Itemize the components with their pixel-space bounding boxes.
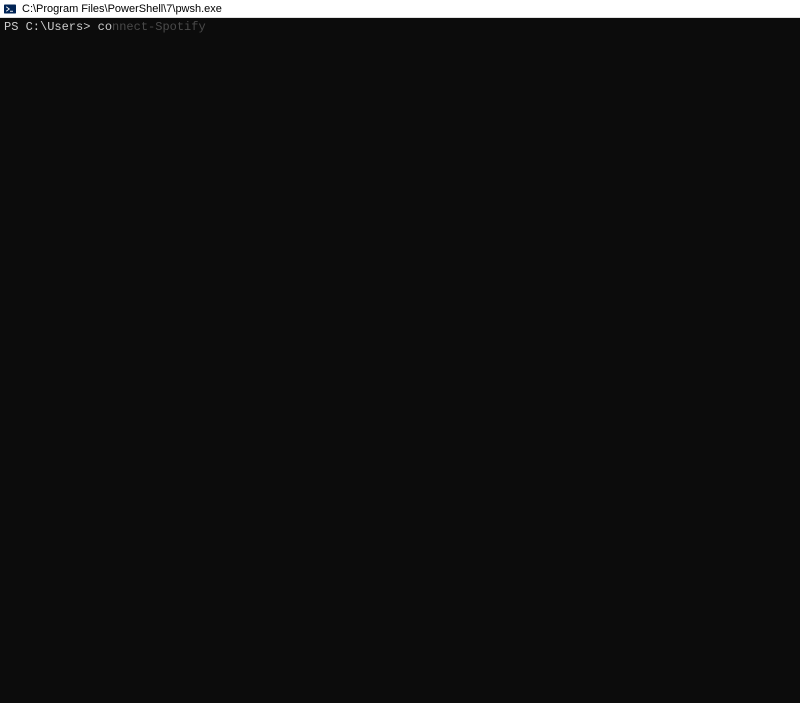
powershell-icon [4, 3, 16, 15]
prompt-prefix: PS C:\Users> [4, 20, 98, 34]
terminal-area[interactable]: PS C:\Users> connect-Spotify [0, 18, 800, 703]
autocomplete-suggestion: nnect-Spotify [112, 20, 206, 34]
typed-input[interactable]: co [98, 20, 112, 34]
powershell-window: C:\Program Files\PowerShell\7\pwsh.exe P… [0, 0, 800, 703]
window-title: C:\Program Files\PowerShell\7\pwsh.exe [22, 3, 222, 15]
window-titlebar[interactable]: C:\Program Files\PowerShell\7\pwsh.exe [0, 0, 800, 18]
prompt-line: PS C:\Users> connect-Spotify [4, 20, 796, 34]
